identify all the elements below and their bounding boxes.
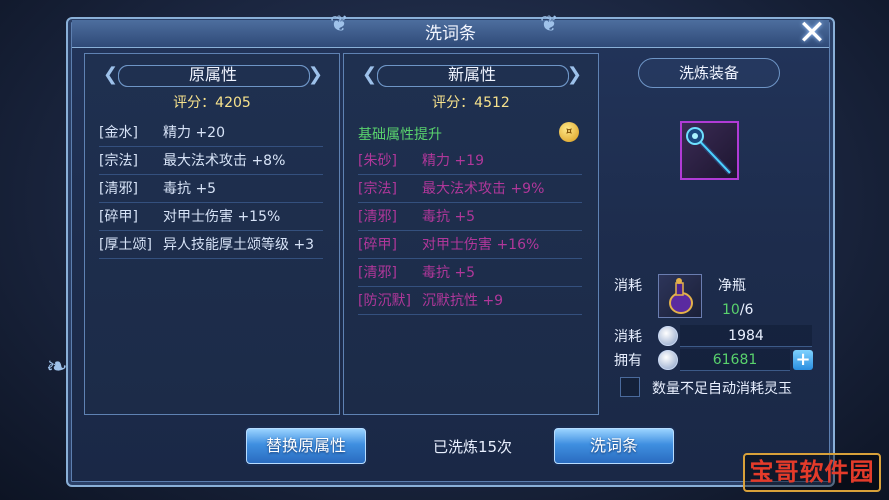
attribute-tag: [防沉默] — [358, 293, 411, 309]
staff-icon — [686, 127, 732, 175]
coin-icon: ¤ — [559, 122, 579, 142]
item-have: 10 — [722, 302, 740, 318]
attribute-row: [厚土颂] 异人技能厚土颂等级 +3 — [99, 234, 323, 259]
attribute-value: 精力 +20 — [163, 125, 225, 141]
attribute-value: 异人技能厚土颂等级 +3 — [163, 237, 315, 253]
cost-label: 消耗 — [614, 278, 642, 294]
score: 评分：4512 — [432, 95, 510, 111]
panel-header: ❮ 新属性 ❯ — [362, 60, 582, 90]
silver-cost-label: 消耗 — [614, 329, 642, 345]
attribute-row: [碎甲] 对甲士伤害 +15% — [99, 206, 323, 231]
attribute-value: 最大法术攻击 +8% — [163, 153, 286, 169]
attribute-row: [宗法] 最大法术攻击 +9% — [358, 178, 582, 203]
purification-bottle-slot[interactable] — [658, 274, 702, 318]
attribute-tag: [厚土颂] — [99, 237, 152, 253]
wash-button[interactable]: 洗词条 — [554, 428, 674, 464]
attribute-tag: [清邪] — [358, 265, 397, 281]
close-button[interactable]: ✕ — [795, 16, 829, 51]
attribute-tag: [清邪] — [99, 181, 138, 197]
attribute-value: 最大法术攻击 +9% — [422, 181, 545, 197]
panel-title: 原属性 — [188, 65, 237, 84]
item-count: 10/6 — [722, 302, 753, 318]
replace-attributes-button[interactable]: 替换原属性 — [246, 428, 366, 464]
attribute-value: 毒抗 +5 — [422, 209, 476, 225]
bottle-icon — [669, 278, 693, 314]
attribute-tag: [金水] — [99, 125, 138, 141]
attribute-row: [清邪] 毒抗 +5 — [358, 262, 582, 287]
attribute-value: 对甲士伤害 +15% — [163, 209, 281, 225]
silver-owned-label: 拥有 — [614, 353, 642, 369]
attribute-value: 沉默抗性 +9 — [422, 293, 504, 309]
panel-title: 新属性 — [447, 65, 496, 84]
attribute-row: [清邪] 毒抗 +5 — [358, 206, 582, 231]
attribute-row: [防沉默] 沉默抗性 +9 — [358, 290, 582, 315]
attribute-tag: [碎甲] — [358, 237, 397, 253]
watermark-logo: 宝哥软件园 — [743, 453, 881, 492]
attribute-row: [宗法] 最大法术攻击 +8% — [99, 150, 323, 175]
panel-header: ❮ 原属性 ❯ — [103, 60, 323, 90]
attribute-value: 精力 +19 — [422, 153, 484, 169]
side-ornament: ❧ — [46, 352, 68, 382]
attribute-value: 毒抗 +5 — [163, 181, 217, 197]
silver-cost-value: 1984 — [680, 325, 812, 347]
item-need: /6 — [739, 302, 754, 318]
title-ornament-right: ❦ — [540, 12, 559, 37]
attribute-row: [金水] 精力 +20 — [99, 122, 323, 147]
dialog-title: 洗词条 — [72, 20, 829, 48]
attribute-value: 对甲士伤害 +16% — [422, 237, 540, 253]
wash-count: 已洗炼15次 — [432, 438, 513, 456]
title-ornament-left: ❦ — [330, 12, 349, 37]
bracket-right-icon: ❯ — [566, 64, 582, 85]
score: 评分：4205 — [173, 95, 251, 111]
attribute-tag: [碎甲] — [99, 209, 138, 225]
original-attributes-panel: ❮ 原属性 ❯ 评分：4205 [金水] 精力 +20 [宗法] 最大法术攻击 +8… — [84, 53, 340, 415]
silver-icon — [658, 350, 678, 370]
bracket-left-icon: ❮ — [362, 64, 378, 85]
attribute-tag: [宗法] — [358, 181, 397, 197]
silver-icon — [658, 326, 678, 346]
equipment-section-title: 洗炼装备 — [638, 58, 780, 88]
silver-owned-value: 61681 — [680, 349, 790, 371]
add-silver-button[interactable]: + — [793, 350, 813, 370]
bracket-right-icon: ❯ — [307, 64, 323, 85]
new-attributes-panel: ❮ 新属性 ❯ 评分：4512 基础属性提升 ¤ [朱砂] 精力 +19 [宗法]… — [343, 53, 599, 415]
attribute-row: [碎甲] 对甲士伤害 +16% — [358, 234, 582, 259]
attribute-row: [朱砂] 精力 +19 — [358, 150, 582, 175]
bracket-left-icon: ❮ — [103, 64, 119, 85]
attribute-value: 毒抗 +5 — [422, 265, 476, 281]
attribute-tag: [朱砂] — [358, 153, 397, 169]
attribute-row: [清邪] 毒抗 +5 — [99, 178, 323, 203]
auto-consume-label: 数量不足自动消耗灵玉 — [652, 381, 792, 397]
attribute-tag: [宗法] — [99, 153, 138, 169]
game-background: 洗词条 ❦ ❦ ❧ ✕ ❮ 原属性 ❯ 评分：4205 [金水] 精力 +20 [… — [0, 0, 889, 500]
equipment-slot[interactable] — [680, 121, 739, 180]
auto-consume-checkbox[interactable] — [620, 377, 640, 397]
boost-label: 基础属性提升 — [358, 127, 442, 143]
attribute-tag: [清邪] — [358, 209, 397, 225]
item-name: 净瓶 — [718, 278, 746, 294]
